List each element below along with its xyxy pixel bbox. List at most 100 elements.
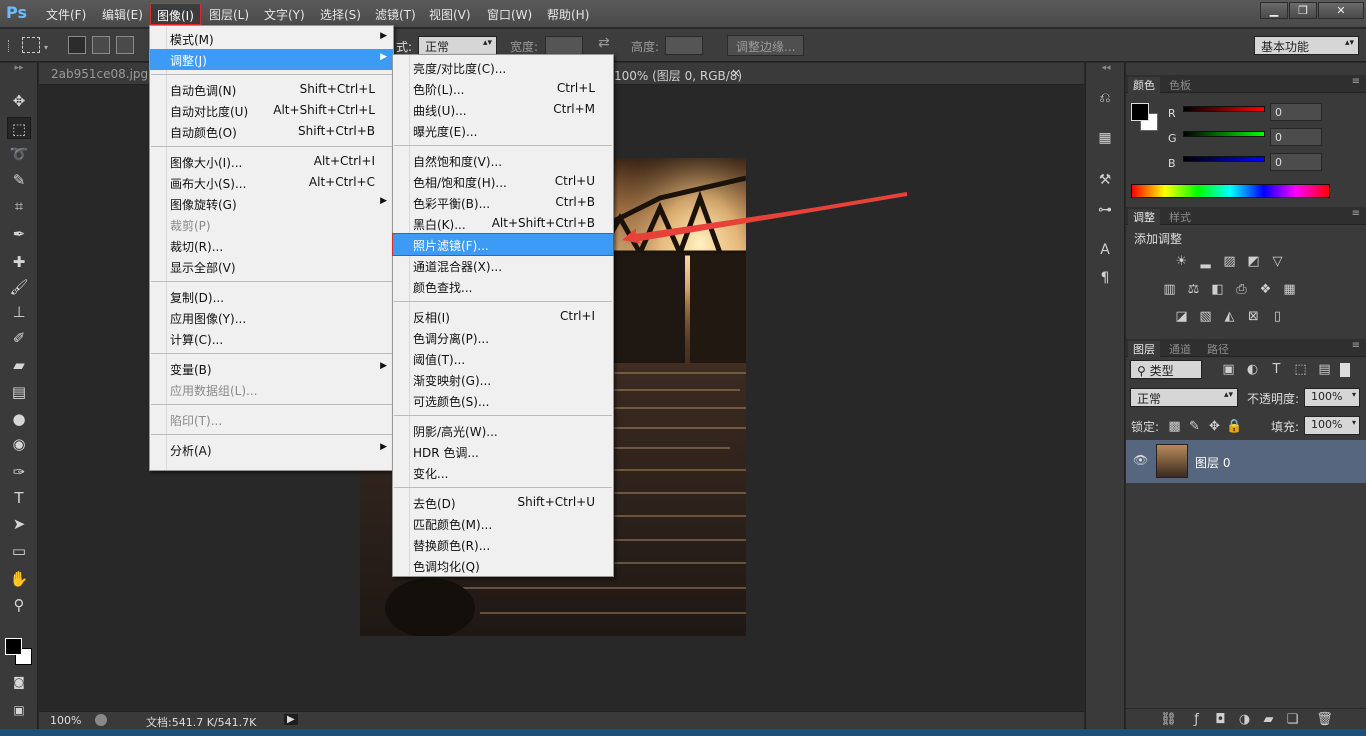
black-white-icon[interactable]: ◧	[1209, 281, 1226, 298]
opacity-field[interactable]: 100% ▾	[1304, 388, 1360, 407]
fill-field[interactable]: 100% ▾	[1304, 416, 1360, 435]
history-icon[interactable]: ⎌	[1094, 87, 1116, 109]
menu-edit[interactable]: 编辑(E)	[96, 3, 149, 25]
menu-item[interactable]: 裁切(R)...	[150, 235, 393, 256]
menu-image[interactable]: 图像(I)	[150, 3, 201, 25]
tab-color[interactable]: 颜色	[1128, 77, 1160, 93]
link-layers-icon[interactable]: ⛓	[1160, 711, 1177, 728]
zoom-level[interactable]: 100%	[50, 714, 81, 727]
layer-name[interactable]: 图层 0	[1195, 454, 1230, 471]
tab-layers[interactable]: 图层	[1128, 341, 1160, 357]
menu-item[interactable]: 曲线(U)... Ctrl+M	[393, 99, 613, 120]
posterize-icon[interactable]: ▧	[1197, 308, 1214, 325]
menu-item[interactable]: 变化...	[393, 462, 613, 483]
layer-row[interactable]: 👁 图层 0	[1126, 440, 1366, 483]
menu-layer[interactable]: 图层(L)	[203, 3, 255, 25]
width-field[interactable]	[545, 36, 583, 55]
lock-position-icon[interactable]: ✥	[1206, 418, 1223, 435]
r-slider[interactable]	[1183, 106, 1265, 112]
swap-icon[interactable]: ⇄	[598, 35, 610, 51]
new-layer-icon[interactable]: ❏	[1284, 711, 1301, 728]
eraser-tool-icon[interactable]: ▰	[7, 354, 31, 376]
share-icon[interactable]	[95, 714, 107, 726]
move-tool-icon[interactable]: ✥	[7, 90, 31, 112]
quick-select-tool-icon[interactable]: ✎	[7, 169, 31, 191]
rect-marquee-tool-icon[interactable]: ⬚	[7, 117, 31, 139]
menu-item[interactable]: HDR 色调...	[393, 441, 613, 462]
menu-item[interactable]: 色阶(L)... Ctrl+L	[393, 78, 613, 99]
chevron-down-icon[interactable]: ▾	[44, 43, 48, 52]
marquee-preset-icon[interactable]	[22, 37, 40, 53]
fx-icon[interactable]: ƒ	[1188, 711, 1205, 728]
tab-paths[interactable]: 路径	[1202, 341, 1234, 357]
subtract-selection-icon[interactable]	[116, 36, 134, 54]
menu-window[interactable]: 窗口(W)	[481, 3, 538, 25]
menu-item[interactable]: 变量(B) ▶	[150, 358, 393, 379]
menu-item[interactable]: 色调分离(P)...	[393, 327, 613, 348]
color-lookup-icon[interactable]: ▦	[1281, 281, 1298, 298]
hand-tool-icon[interactable]: ✋	[7, 568, 31, 590]
g-slider[interactable]	[1183, 131, 1265, 137]
exposure-icon[interactable]: ◩	[1245, 253, 1262, 270]
menu-item[interactable]: 黑白(K)... Alt+Shift+Ctrl+B	[393, 213, 613, 234]
quick-mask-icon[interactable]: ◙	[7, 671, 31, 693]
menu-item[interactable]: 阈值(T)...	[393, 348, 613, 369]
menu-item[interactable]: 显示全部(V)	[150, 256, 393, 277]
foreground-color-swatch[interactable]	[5, 638, 22, 655]
lasso-tool-icon[interactable]: ➰	[7, 143, 31, 165]
paragraph-icon[interactable]: ¶	[1094, 267, 1116, 289]
minimize-icon[interactable]: ▁	[1260, 2, 1288, 19]
character-icon[interactable]: A	[1094, 239, 1116, 261]
menu-item[interactable]: 阴影/高光(W)...	[393, 420, 613, 441]
b-value-field[interactable]: 0	[1270, 153, 1322, 171]
menu-item[interactable]: 复制(D)...	[150, 286, 393, 307]
eyedropper-tool-icon[interactable]: ✒	[7, 223, 31, 245]
menu-item[interactable]: 计算(C)...	[150, 328, 393, 349]
menu-type[interactable]: 文字(Y)	[258, 3, 311, 25]
panel-menu-icon[interactable]: ≡	[1352, 340, 1360, 351]
filter-type-icon[interactable]: T	[1268, 361, 1285, 378]
gradient-tool-icon[interactable]: ▤	[7, 381, 31, 403]
crop-tool-icon[interactable]: ⌗	[7, 195, 31, 217]
menu-item[interactable]: 模式(M) ▶	[150, 28, 393, 49]
tab-swatches[interactable]: 色板	[1164, 77, 1196, 93]
menu-item[interactable]: 曝光度(E)...	[393, 120, 613, 141]
r-value-field[interactable]: 0	[1270, 103, 1322, 121]
rectangle-tool-icon[interactable]: ▭	[7, 540, 31, 562]
menu-view[interactable]: 视图(V)	[423, 3, 477, 25]
tool-presets-icon[interactable]: ⚒	[1094, 169, 1116, 191]
3d-icon[interactable]: ▦	[1094, 127, 1116, 149]
hue-saturation-icon[interactable]: ▥	[1161, 281, 1178, 298]
lock-transparency-icon[interactable]: ▩	[1166, 418, 1183, 435]
layer-filter-select[interactable]: ⚲ 类型	[1130, 360, 1202, 379]
blur-tool-icon[interactable]: ●	[7, 408, 31, 430]
filter-adjustment-icon[interactable]: ◐	[1244, 361, 1261, 378]
healing-brush-tool-icon[interactable]: ✚	[7, 251, 31, 273]
invert-icon[interactable]: ◪	[1173, 308, 1190, 325]
path-select-tool-icon[interactable]: ➤	[7, 513, 31, 535]
delete-layer-icon[interactable]: 🗑	[1316, 711, 1333, 728]
new-selection-icon[interactable]	[68, 36, 86, 54]
style-select[interactable]: 正常 ▴▾	[418, 36, 497, 55]
restore-icon[interactable]: ❐	[1289, 2, 1317, 19]
menu-item[interactable]: 自动色调(N) Shift+Ctrl+L	[150, 79, 393, 100]
new-group-icon[interactable]: ▰	[1260, 711, 1277, 728]
filter-pixel-icon[interactable]: ▣	[1220, 361, 1237, 378]
blend-mode-select[interactable]: 正常 ▴▾	[1130, 388, 1238, 407]
clone-stamp-tool-icon[interactable]: ⊥	[7, 301, 31, 323]
tab-styles[interactable]: 样式	[1164, 209, 1196, 225]
new-adjustment-icon[interactable]: ◑	[1236, 711, 1253, 728]
channel-mixer-icon[interactable]: ❖	[1257, 281, 1274, 298]
menu-item[interactable]: 分析(A) ▶	[150, 439, 393, 460]
panel-menu-icon[interactable]: ≡	[1352, 76, 1360, 87]
filter-shape-icon[interactable]: ⬚	[1292, 361, 1309, 378]
height-field[interactable]	[665, 36, 703, 55]
brush-tool-icon[interactable]: 🖌	[7, 276, 31, 298]
panel-menu-icon[interactable]: ≡	[1352, 208, 1360, 219]
menu-item[interactable]: 通道混合器(X)...	[393, 255, 613, 276]
menu-file[interactable]: 文件(F)	[40, 3, 92, 25]
pen-tool-icon[interactable]: ✑	[7, 461, 31, 483]
close-icon[interactable]: ✕	[1318, 2, 1364, 19]
b-slider[interactable]	[1183, 156, 1265, 162]
menu-item[interactable]: 反相(I) Ctrl+I	[393, 306, 613, 327]
